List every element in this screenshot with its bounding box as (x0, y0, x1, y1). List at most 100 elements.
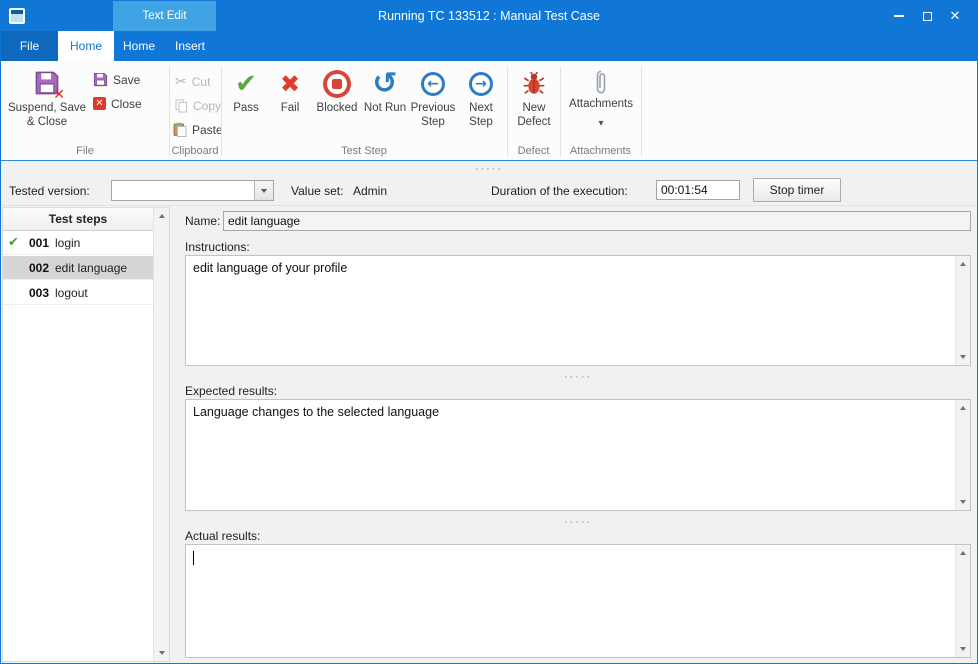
triangle-up-icon (159, 214, 165, 218)
fail-x-icon (280, 72, 300, 96)
scroll-down-button[interactable] (956, 641, 970, 657)
group-divider (221, 67, 222, 156)
triangle-down-icon (960, 647, 966, 651)
blocked-stop-icon (323, 70, 351, 98)
triangle-down-icon (960, 355, 966, 359)
instructions-scrollbar[interactable] (955, 256, 970, 365)
close-button[interactable] (941, 4, 969, 28)
tested-version-value (116, 183, 251, 199)
close-x-icon (93, 97, 106, 110)
triangle-down-icon (960, 500, 966, 504)
new-defect-button[interactable]: New Defect (510, 64, 558, 152)
instructions-label: Instructions: (185, 240, 250, 254)
scroll-down-button[interactable] (956, 349, 970, 365)
test-step-group-label: Test Step (221, 145, 507, 157)
triangle-up-icon (960, 262, 966, 266)
value-set-value: Admin (353, 184, 387, 198)
expected-splitter-grip[interactable] (185, 514, 971, 528)
test-steps-panel: Test steps 001 login 002 edit language 0… (2, 207, 170, 662)
ribbon: Suspend, Save & Close Save Close File Cu… (1, 61, 977, 161)
scroll-down-button[interactable] (154, 645, 169, 661)
previous-arrow-icon: ← (421, 72, 445, 96)
maximize-button[interactable] (913, 4, 941, 28)
ribbon-splitter-grip[interactable] (1, 161, 977, 175)
clipboard-group-label: Clipboard (169, 145, 221, 157)
test-step-row-002[interactable]: 002 edit language (3, 256, 153, 280)
scroll-down-button[interactable] (956, 494, 970, 510)
tested-version-combobox[interactable] (111, 180, 274, 201)
previous-step-button[interactable]: ← Previous Step (409, 64, 457, 152)
minimize-icon (894, 15, 904, 17)
duration-input[interactable] (656, 180, 740, 200)
paperclip-icon (594, 69, 608, 96)
scroll-up-button[interactable] (154, 208, 169, 224)
next-arrow-icon: → (469, 72, 493, 96)
tab-insert[interactable]: Insert (164, 31, 216, 61)
instructions-textarea[interactable]: edit language of your profile (185, 255, 971, 366)
not-run-button[interactable]: Not Run (361, 64, 409, 152)
file-group-label: File (3, 145, 167, 157)
stop-timer-button[interactable]: Stop timer (753, 178, 841, 202)
next-step-button[interactable]: → Next Step (459, 64, 503, 152)
actual-results-label: Actual results: (185, 529, 260, 543)
expected-results-scrollbar[interactable] (955, 400, 970, 510)
test-step-row-003[interactable]: 003 logout (3, 281, 153, 305)
tested-version-label: Tested version: (9, 184, 90, 198)
test-steps-scrollbar[interactable] (153, 208, 169, 661)
expected-results-textarea[interactable]: Language changes to the selected languag… (185, 399, 971, 511)
minimize-button[interactable] (885, 4, 913, 28)
value-set-label: Value set: (291, 184, 343, 198)
app-window: Text Edit Running TC 133512 : Manual Tes… (0, 0, 978, 664)
attachments-button[interactable]: Attachments (563, 64, 639, 152)
text-caret (193, 551, 194, 565)
triangle-up-icon (960, 406, 966, 410)
suspend-save-close-button[interactable]: Suspend, Save & Close (7, 64, 87, 152)
maximize-icon (923, 12, 932, 21)
close-ribbon-button[interactable]: Close (93, 93, 142, 114)
group-divider (507, 67, 508, 156)
test-step-row-001[interactable]: 001 login (3, 231, 153, 255)
window-title: Running TC 133512 : Manual Test Case (201, 1, 777, 31)
not-run-undo-icon (372, 69, 397, 99)
paste-button[interactable]: Paste (173, 119, 223, 140)
bug-icon (522, 71, 546, 97)
tab-home-contextual[interactable]: Home (114, 31, 164, 61)
save-button[interactable]: Save (93, 69, 140, 90)
copy-button[interactable]: Copy (175, 95, 221, 116)
blocked-button[interactable]: Blocked (313, 64, 361, 152)
close-overlay-icon (53, 87, 65, 103)
actual-results-scrollbar[interactable] (955, 545, 970, 657)
cut-button[interactable]: Cut (175, 71, 210, 92)
attachments-group-label: Attachments (560, 145, 641, 157)
group-divider (560, 67, 561, 156)
name-input[interactable] (223, 211, 971, 231)
scroll-up-button[interactable] (956, 256, 970, 272)
fail-button[interactable]: Fail (269, 64, 311, 152)
passed-check-icon (8, 231, 19, 255)
name-label: Name: (185, 214, 220, 228)
expected-results-label: Expected results: (185, 384, 277, 398)
chevron-down-icon (261, 189, 267, 193)
actual-results-textarea[interactable] (185, 544, 971, 658)
execution-toolbar: Tested version: Value set: Admin Duratio… (1, 175, 977, 206)
scissors-icon (175, 75, 187, 89)
scroll-up-button[interactable] (956, 400, 970, 416)
group-divider (641, 67, 642, 156)
instructions-splitter-grip[interactable] (185, 369, 971, 383)
app-icon (9, 8, 25, 24)
defect-group-label: Defect (507, 145, 560, 157)
attachments-dropdown-icon[interactable] (598, 118, 603, 129)
pass-check-icon (235, 71, 257, 97)
combobox-dropdown-button[interactable] (254, 181, 273, 200)
triangle-down-icon (159, 651, 165, 655)
pass-button[interactable]: Pass (225, 64, 267, 152)
tab-file[interactable]: File (1, 31, 58, 61)
triangle-up-icon (960, 551, 966, 555)
ribbon-tab-row: File Home Home Insert (1, 31, 977, 61)
close-icon (950, 9, 961, 24)
copy-icon (175, 99, 188, 113)
tab-home-active[interactable]: Home (58, 31, 114, 61)
scroll-up-button[interactable] (956, 545, 970, 561)
paste-icon (173, 122, 187, 137)
save-icon (93, 72, 108, 87)
